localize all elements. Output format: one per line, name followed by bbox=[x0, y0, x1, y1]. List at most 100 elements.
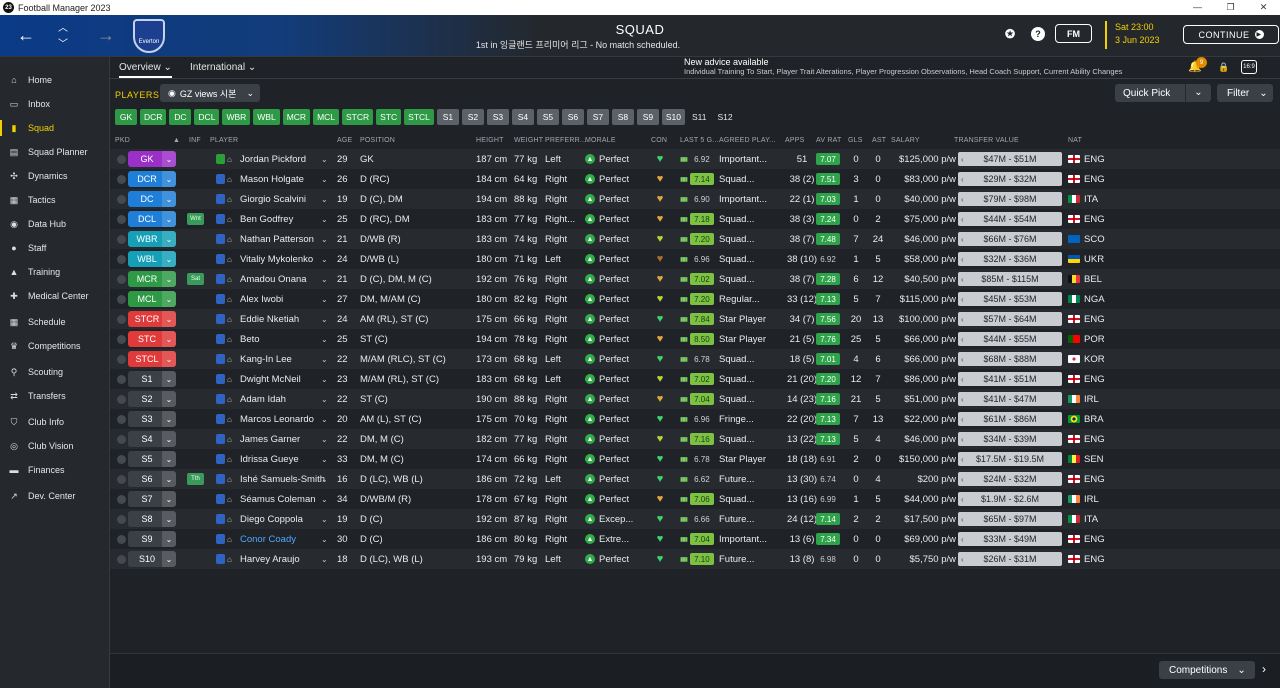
position-chip[interactable]: S12 bbox=[714, 109, 737, 125]
position-selector[interactable]: S9 ⌄ bbox=[128, 531, 176, 547]
col-foot[interactable]: PREFERR... bbox=[545, 137, 586, 144]
position-chip[interactable]: MCL bbox=[313, 109, 340, 125]
chevron-down-icon[interactable]: ⌄ bbox=[321, 149, 328, 169]
player-name[interactable]: Marcos Leonardo bbox=[240, 409, 326, 429]
position-selector[interactable]: S2 ⌄ bbox=[128, 391, 176, 407]
position-chip[interactable]: S4 bbox=[511, 109, 534, 125]
penalty-kick-dot[interactable] bbox=[117, 275, 126, 284]
table-row[interactable]: S7 ⌄ ⌂ Séamus Coleman ⌄ 34 D/WB/M (R) 178… bbox=[110, 489, 1280, 509]
col-transfer-value[interactable]: TRANSFER VALUE bbox=[954, 137, 1019, 144]
view-dropdown[interactable]: ◉ GZ views 시본 ⌄ bbox=[160, 84, 260, 102]
col-last5[interactable]: LAST 5 G... bbox=[680, 137, 719, 144]
table-row[interactable]: WBL ⌄ ⌂ Vitaliy Mykolenko ⌄ 24 D/WB (L) 1… bbox=[110, 249, 1280, 269]
player-name[interactable]: Ishé Samuels-Smith bbox=[240, 469, 326, 489]
penalty-kick-dot[interactable] bbox=[117, 395, 126, 404]
position-selector[interactable]: GK ⌄ bbox=[128, 151, 176, 167]
chevron-down-icon[interactable]: ⌄ bbox=[321, 249, 328, 269]
penalty-kick-dot[interactable] bbox=[117, 315, 126, 324]
position-chip[interactable]: STCL bbox=[404, 109, 434, 125]
position-selector[interactable]: DCR ⌄ bbox=[128, 171, 176, 187]
chevron-down-icon[interactable]: ⌄ bbox=[321, 409, 328, 429]
col-salary[interactable]: SALARY bbox=[891, 137, 920, 144]
penalty-kick-dot[interactable] bbox=[117, 435, 126, 444]
penalty-kick-dot[interactable] bbox=[117, 515, 126, 524]
player-name[interactable]: Jordan Pickford bbox=[240, 149, 326, 169]
position-chip[interactable]: S9 bbox=[636, 109, 659, 125]
position-chip[interactable]: S2 bbox=[461, 109, 484, 125]
social-feed-icon[interactable]: ✪ bbox=[1003, 27, 1017, 41]
col-pkd[interactable]: PKD bbox=[115, 137, 130, 144]
penalty-kick-dot[interactable] bbox=[117, 375, 126, 384]
screen-ratio-icon[interactable]: 16:9 bbox=[1241, 60, 1257, 74]
position-chip[interactable]: DCL bbox=[194, 109, 220, 125]
sidebar-item-club-vision[interactable]: ◎ Club Vision bbox=[0, 434, 109, 458]
sort-arrow-icon[interactable]: ▲ bbox=[173, 137, 180, 144]
col-morale[interactable]: MORALE bbox=[585, 137, 616, 144]
continue-button[interactable]: CONTINUE ▶ bbox=[1183, 25, 1279, 44]
table-row[interactable]: S2 ⌄ ⌂ Adam Idah ⌄ 22 ST (C) 190 cm 88 kg… bbox=[110, 389, 1280, 409]
position-selector[interactable]: MCR ⌄ bbox=[128, 271, 176, 287]
position-selector[interactable]: DC ⌄ bbox=[128, 191, 176, 207]
chevron-right-icon[interactable]: › bbox=[1262, 662, 1266, 676]
chevron-down-icon[interactable]: ⌄ bbox=[321, 469, 328, 489]
advice-notice[interactable]: New advice available Individual Training… bbox=[684, 57, 1122, 77]
col-weight[interactable]: WEIGHT bbox=[514, 137, 543, 144]
position-chip[interactable]: MCR bbox=[282, 109, 311, 125]
position-selector[interactable]: S6 ⌄ bbox=[128, 471, 176, 487]
table-row[interactable]: S9 ⌄ ⌂ Conor Coady ⌄ 30 D (C) 186 cm 80 k… bbox=[110, 529, 1280, 549]
table-row[interactable]: MCR ⌄ Sat ⌂ Amadou Onana ⌄ 21 D (C), DM, … bbox=[110, 269, 1280, 289]
chevron-down-icon[interactable]: ⌄ bbox=[321, 509, 328, 529]
table-row[interactable]: S10 ⌄ ⌂ Harvey Araujo ⌄ 18 D (LC), WB (L)… bbox=[110, 549, 1280, 569]
player-name[interactable]: James Garner bbox=[240, 429, 326, 449]
col-avrat[interactable]: AV RAT bbox=[816, 137, 841, 144]
player-name[interactable]: Conor Coady bbox=[240, 529, 326, 549]
sidebar-item-medical-center[interactable]: ✚ Medical Center bbox=[0, 284, 109, 308]
position-chip[interactable]: WBL bbox=[253, 109, 280, 125]
col-nat[interactable]: NAT bbox=[1068, 137, 1082, 144]
table-row[interactable]: S4 ⌄ ⌂ James Garner ⌄ 22 DM, M (C) 182 cm… bbox=[110, 429, 1280, 449]
player-name[interactable]: Nathan Patterson bbox=[240, 229, 326, 249]
player-name[interactable]: Dwight McNeil bbox=[240, 369, 326, 389]
player-name[interactable]: Mason Holgate bbox=[240, 169, 326, 189]
chevron-down-icon[interactable]: ⌄ bbox=[321, 329, 328, 349]
position-selector[interactable]: STC ⌄ bbox=[128, 331, 176, 347]
col-player[interactable]: PLAYER bbox=[210, 137, 238, 144]
player-name[interactable]: Alex Iwobi bbox=[240, 289, 326, 309]
penalty-kick-dot[interactable] bbox=[117, 555, 126, 564]
penalty-kick-dot[interactable] bbox=[117, 475, 126, 484]
penalty-kick-dot[interactable] bbox=[117, 415, 126, 424]
penalty-kick-dot[interactable] bbox=[117, 295, 126, 304]
table-row[interactable]: GK ⌄ ⌂ Jordan Pickford ⌄ 29 GK 187 cm 77 … bbox=[110, 149, 1280, 169]
maximize-button[interactable]: ❐ bbox=[1214, 0, 1247, 15]
close-button[interactable]: ✕ bbox=[1247, 0, 1280, 15]
position-chip[interactable]: S6 bbox=[561, 109, 584, 125]
chevron-down-icon[interactable]: ⌄ bbox=[321, 269, 328, 289]
chevron-down-icon[interactable]: ⌄ bbox=[321, 289, 328, 309]
position-chip[interactable]: DC bbox=[169, 109, 192, 125]
position-chip[interactable]: STCR bbox=[342, 109, 374, 125]
sidebar-item-squad-planner[interactable]: ▤ Squad Planner bbox=[0, 140, 109, 164]
fm-menu-button[interactable]: FM bbox=[1055, 24, 1092, 43]
sidebar-item-schedule[interactable]: ▦ Schedule bbox=[0, 310, 109, 334]
position-selector[interactable]: WBL ⌄ bbox=[128, 251, 176, 267]
table-row[interactable]: STCR ⌄ ⌂ Eddie Nketiah ⌄ 24 AM (RL), ST (… bbox=[110, 309, 1280, 329]
col-age[interactable]: AGE bbox=[337, 137, 352, 144]
player-name[interactable]: Adam Idah bbox=[240, 389, 326, 409]
sidebar-item-inbox[interactable]: ▭ Inbox bbox=[0, 92, 109, 116]
position-chip[interactable]: S7 bbox=[586, 109, 609, 125]
table-row[interactable]: DC ⌄ ⌂ Giorgio Scalvini ⌄ 19 D (C), DM 19… bbox=[110, 189, 1280, 209]
position-chip[interactable]: DCR bbox=[140, 109, 167, 125]
lock-icon[interactable]: 🔒 bbox=[1218, 62, 1229, 73]
chevron-down-icon[interactable]: ⌄ bbox=[321, 229, 328, 249]
penalty-kick-dot[interactable] bbox=[117, 155, 126, 164]
sidebar-item-scouting[interactable]: ⚲ Scouting bbox=[0, 360, 109, 384]
sidebar-item-club-info[interactable]: ⛉ Club Info bbox=[0, 410, 109, 434]
sidebar-item-home[interactable]: ⌂ Home bbox=[0, 68, 109, 92]
sidebar-item-competitions[interactable]: ♛ Competitions bbox=[0, 334, 109, 358]
position-chip[interactable]: GK bbox=[115, 109, 137, 125]
position-chip[interactable]: S8 bbox=[611, 109, 634, 125]
tab-overview[interactable]: Overview ⌄ bbox=[119, 62, 172, 78]
chevron-down-icon[interactable]: ⌄ bbox=[321, 209, 328, 229]
position-selector[interactable]: S10 ⌄ bbox=[128, 551, 176, 567]
sidebar-item-transfers[interactable]: ⇄ Transfers bbox=[0, 384, 109, 408]
